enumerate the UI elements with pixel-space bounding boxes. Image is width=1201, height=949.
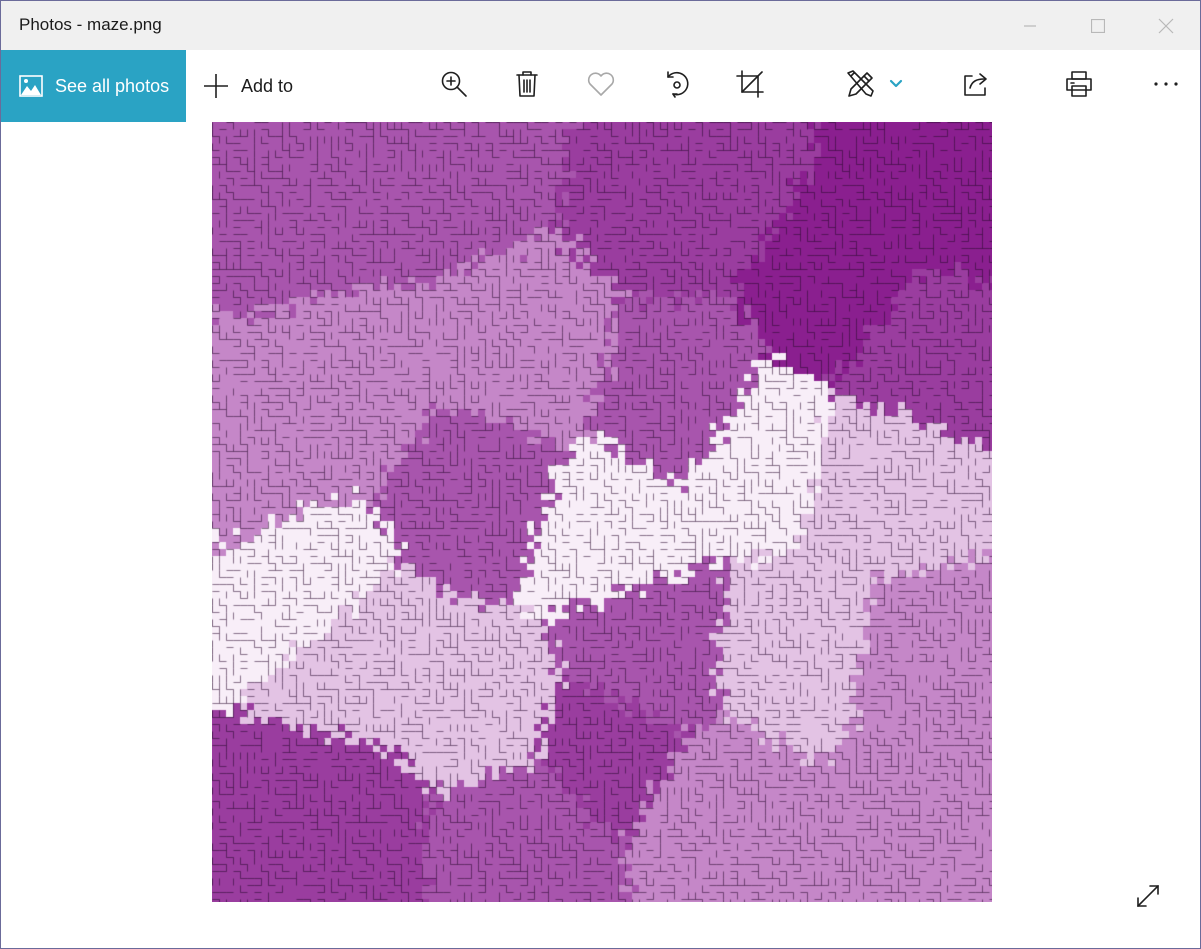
favorite-button[interactable] xyxy=(581,64,621,104)
crop-icon xyxy=(736,70,764,98)
print-button[interactable] xyxy=(1059,64,1099,104)
delete-icon xyxy=(516,71,538,97)
minimize-icon xyxy=(1024,24,1036,27)
window-title: Photos - maze.png xyxy=(19,15,162,34)
chevron-down-icon xyxy=(889,79,903,88)
more-icon xyxy=(1154,82,1178,86)
share-icon xyxy=(964,73,987,96)
title-bar: Photos - maze.png xyxy=(1,1,1200,50)
zoom-in-icon xyxy=(441,71,467,97)
print-icon xyxy=(1066,71,1092,97)
minimize-button[interactable] xyxy=(996,1,1064,50)
rotate-icon xyxy=(667,71,689,98)
crop-button[interactable] xyxy=(730,64,770,104)
zoom-button[interactable] xyxy=(434,64,474,104)
photos-icon xyxy=(19,75,43,97)
add-to-label: Add to xyxy=(241,75,294,96)
maximize-icon xyxy=(1091,18,1105,33)
edit-dropdown-button[interactable] xyxy=(876,64,916,104)
photos-window: Photos - maze.png See all photos Add to xyxy=(0,0,1201,949)
edit-create-button[interactable] xyxy=(841,64,881,104)
add-to-button[interactable]: Add to xyxy=(203,72,293,100)
toolbar: See all photos Add to xyxy=(1,50,1200,122)
maze-image xyxy=(212,122,992,902)
see-all-photos-label: See all photos xyxy=(55,75,170,96)
full-screen-button[interactable] xyxy=(1131,879,1165,913)
maximize-button[interactable] xyxy=(1064,1,1132,50)
more-button[interactable] xyxy=(1146,64,1186,104)
delete-button[interactable] xyxy=(507,64,547,104)
rotate-button[interactable] xyxy=(656,64,696,104)
close-button[interactable] xyxy=(1132,1,1200,50)
close-icon xyxy=(1158,18,1174,33)
plus-icon xyxy=(204,74,228,98)
favorite-icon xyxy=(587,72,615,96)
share-button[interactable] xyxy=(956,64,996,104)
edit-draw-icon xyxy=(847,70,874,97)
expand-icon xyxy=(1137,885,1159,907)
see-all-photos-button[interactable]: See all photos xyxy=(1,50,186,122)
